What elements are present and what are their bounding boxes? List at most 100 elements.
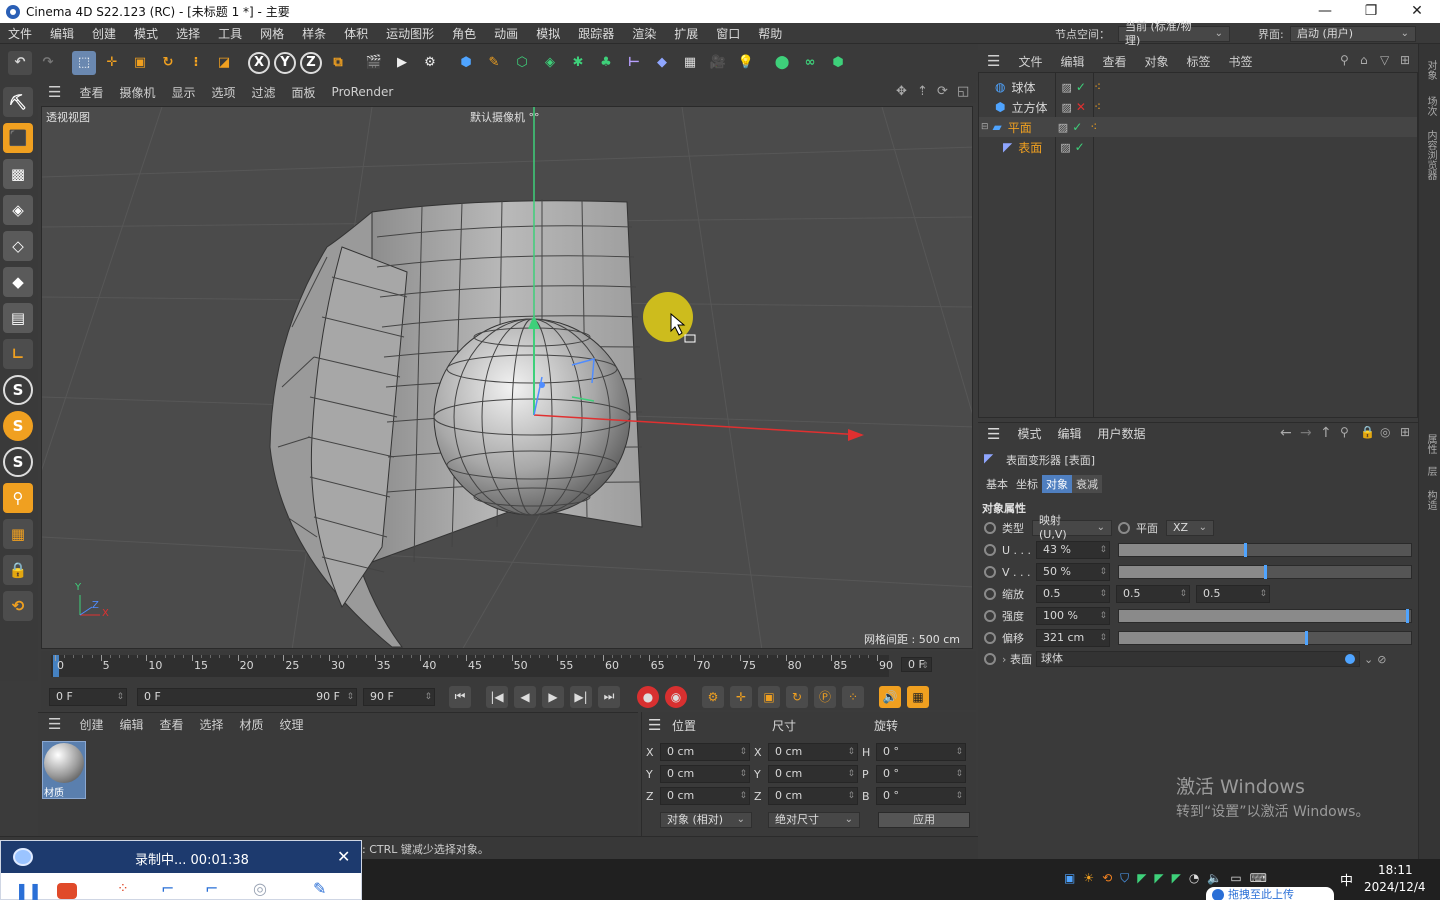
polygon-mode-icon[interactable]: ◆ bbox=[3, 267, 33, 297]
object-menu-view[interactable]: 查看 bbox=[1093, 53, 1135, 70]
tray-keyboard-icon[interactable]: ⌨ bbox=[1250, 871, 1267, 886]
select-tool-icon[interactable]: ⬚ bbox=[72, 50, 96, 75]
tray-network-icon[interactable]: ◔ bbox=[1189, 871, 1199, 886]
offset-field[interactable]: 321 cm bbox=[1036, 629, 1110, 647]
recorder-close-icon[interactable]: ✕ bbox=[337, 847, 350, 866]
object-tag-icon[interactable]: ⁖ bbox=[1094, 80, 1101, 94]
move-tool-icon[interactable]: ✛ bbox=[100, 51, 124, 75]
coord-mode-dropdown[interactable]: 对象 (相对) bbox=[660, 812, 752, 828]
xpresso-icon[interactable]: ∞ bbox=[798, 51, 822, 75]
tray-volume-icon[interactable]: 🔈 bbox=[1207, 871, 1222, 886]
tab-takes-vertical[interactable]: 场次 bbox=[1423, 90, 1438, 122]
collapse-toggle-icon[interactable]: ⊟ bbox=[981, 122, 989, 132]
render-view-icon[interactable]: 🎬 bbox=[362, 51, 386, 75]
object-menu-bookmarks[interactable]: 书签 bbox=[1220, 53, 1262, 70]
surface-link-field[interactable]: 球体 bbox=[1036, 651, 1360, 667]
attribute-menu-mode[interactable]: 模式 bbox=[1009, 425, 1049, 442]
object-menu-edit[interactable]: 编辑 bbox=[1051, 53, 1093, 70]
menu-help[interactable]: 帮助 bbox=[749, 25, 791, 42]
transform-tool-icon[interactable]: ◪ bbox=[212, 51, 236, 75]
viewport-zoom-icon[interactable]: ⇡ bbox=[917, 84, 928, 99]
type-dropdown[interactable]: 映射 (U,V) bbox=[1032, 514, 1112, 541]
object-row-surface[interactable]: ◤ 表面 ▨ ✓ bbox=[979, 137, 1417, 157]
material-menu-create[interactable]: 创建 bbox=[71, 716, 111, 733]
surface-keyframe-radio[interactable] bbox=[984, 653, 996, 665]
tab-content-browser-vertical[interactable]: 内容浏览器 bbox=[1423, 124, 1438, 186]
v-slider-knob[interactable] bbox=[1264, 565, 1267, 579]
edge-mode-icon[interactable]: ◇ bbox=[3, 231, 33, 261]
scale-x-field[interactable]: 0.5 bbox=[1036, 585, 1110, 603]
recorder-crop-icon[interactable]: ⌐ bbox=[205, 879, 218, 898]
pen-spline-icon[interactable]: ✎ bbox=[482, 51, 506, 75]
uv-mode-icon[interactable]: ▤ bbox=[3, 303, 33, 333]
x-axis-lock-icon[interactable]: X bbox=[248, 51, 270, 74]
object-visibility-icon[interactable]: ▨ bbox=[1060, 141, 1070, 154]
material-menu-edit[interactable]: 编辑 bbox=[111, 716, 151, 733]
attribute-menu-userdata[interactable]: 用户数据 bbox=[1089, 425, 1153, 442]
tweak-mode-icon[interactable]: ⚲ bbox=[3, 483, 33, 513]
viewport-menu-display[interactable]: 显示 bbox=[163, 84, 203, 101]
size-y-field[interactable]: 0 cm bbox=[768, 765, 858, 783]
light-icon[interactable]: 💡 bbox=[734, 51, 758, 75]
render-picture-viewer-icon[interactable]: ▶ bbox=[390, 51, 414, 75]
rotation-b-field[interactable]: 0 ° bbox=[876, 787, 966, 805]
object-mode-icon[interactable]: ⬛ bbox=[3, 123, 33, 153]
viewport-menu-camera[interactable]: 摄像机 bbox=[111, 84, 163, 101]
tab-layers-vertical[interactable]: 层 bbox=[1423, 460, 1438, 482]
snap-icon[interactable]: S bbox=[3, 375, 33, 405]
attribute-new-window-icon[interactable]: ⊞ bbox=[1400, 425, 1410, 439]
plane-keyframe-radio[interactable] bbox=[1118, 522, 1130, 534]
tray-security-icon[interactable]: ⛉ bbox=[1120, 871, 1129, 886]
offset-slider-knob[interactable] bbox=[1304, 631, 1308, 645]
v-field[interactable]: 50 % bbox=[1036, 563, 1110, 581]
menu-tracker[interactable]: 跟踪器 bbox=[569, 25, 623, 42]
material-menu-view[interactable]: 查看 bbox=[151, 716, 191, 733]
recorder-stop-icon[interactable] bbox=[57, 883, 77, 899]
recorder-annotate-icon[interactable]: ⌐ bbox=[161, 879, 174, 898]
close-button[interactable]: ✕ bbox=[1394, 0, 1440, 23]
position-z-field[interactable]: 0 cm bbox=[660, 787, 750, 805]
type-keyframe-radio[interactable] bbox=[984, 522, 996, 534]
u-field[interactable]: 43 % bbox=[1036, 541, 1110, 559]
rotation-key-icon[interactable]: ↻ bbox=[786, 685, 808, 708]
camera-icon[interactable]: 🎥 bbox=[706, 51, 730, 75]
menu-file[interactable]: 文件 bbox=[0, 25, 41, 42]
redo-icon[interactable]: ↷ bbox=[36, 51, 60, 75]
menu-mode[interactable]: 模式 bbox=[125, 25, 167, 42]
object-visibility-icon[interactable]: ▨ bbox=[1061, 81, 1071, 94]
mograph-icon[interactable]: ♣ bbox=[594, 51, 618, 75]
tab-structure-vertical[interactable]: 构造 bbox=[1423, 484, 1438, 516]
tray-nvidia-icon[interactable]: ◤ bbox=[1137, 871, 1146, 886]
subdivision-surface-icon[interactable]: ⬡ bbox=[510, 51, 534, 75]
object-hamburger-icon[interactable]: ☰ bbox=[978, 52, 1009, 70]
attribute-hamburger-icon[interactable]: ☰ bbox=[978, 425, 1009, 443]
menu-edit[interactable]: 编辑 bbox=[41, 25, 83, 42]
start-frame-field[interactable]: 0 F bbox=[49, 687, 127, 706]
size-z-field[interactable]: 0 cm bbox=[768, 787, 858, 805]
tray-sync-icon[interactable]: ⟲ bbox=[1102, 871, 1112, 886]
clock-date[interactable]: 2024/12/4 bbox=[1364, 880, 1426, 894]
tray-battery-icon[interactable]: ▭ bbox=[1230, 871, 1241, 886]
tray-weather-icon[interactable]: ☀ bbox=[1083, 871, 1094, 886]
scale-z-field[interactable]: 0.5 bbox=[1196, 585, 1270, 603]
object-tag-icon[interactable]: ⁖ bbox=[1094, 100, 1101, 114]
menu-extensions[interactable]: 扩展 bbox=[665, 25, 707, 42]
tab-coord[interactable]: 坐标 bbox=[1012, 475, 1042, 493]
menu-window[interactable]: 窗口 bbox=[707, 25, 749, 42]
render-settings-icon[interactable]: ⚙ bbox=[418, 51, 442, 75]
attribute-menu-edit[interactable]: 编辑 bbox=[1049, 425, 1089, 442]
recorder-pen-icon[interactable]: ✎ bbox=[313, 879, 326, 898]
coordinate-system-icon[interactable]: ⧉ bbox=[326, 51, 350, 75]
z-axis-lock-icon[interactable]: Z bbox=[300, 51, 322, 74]
back-arrow-icon[interactable]: ← bbox=[1280, 425, 1292, 441]
object-enabled-check-icon[interactable]: ✓ bbox=[1076, 80, 1086, 94]
plane-dropdown[interactable]: XZ bbox=[1166, 520, 1214, 536]
clock-time[interactable]: 18:11 bbox=[1378, 863, 1413, 877]
next-frame-icon[interactable]: ▶| bbox=[570, 685, 592, 708]
viewport-maximize-icon[interactable]: ◱ bbox=[957, 84, 969, 99]
texture-mode-icon[interactable]: ▩ bbox=[3, 159, 33, 189]
tray-nvidia2-icon[interactable]: ◤ bbox=[1154, 871, 1163, 886]
end-frame-field[interactable]: 90 F bbox=[363, 687, 435, 706]
model-mode-icon[interactable]: ⛏ bbox=[3, 87, 33, 117]
tab-object[interactable]: 对象 bbox=[1042, 475, 1072, 493]
